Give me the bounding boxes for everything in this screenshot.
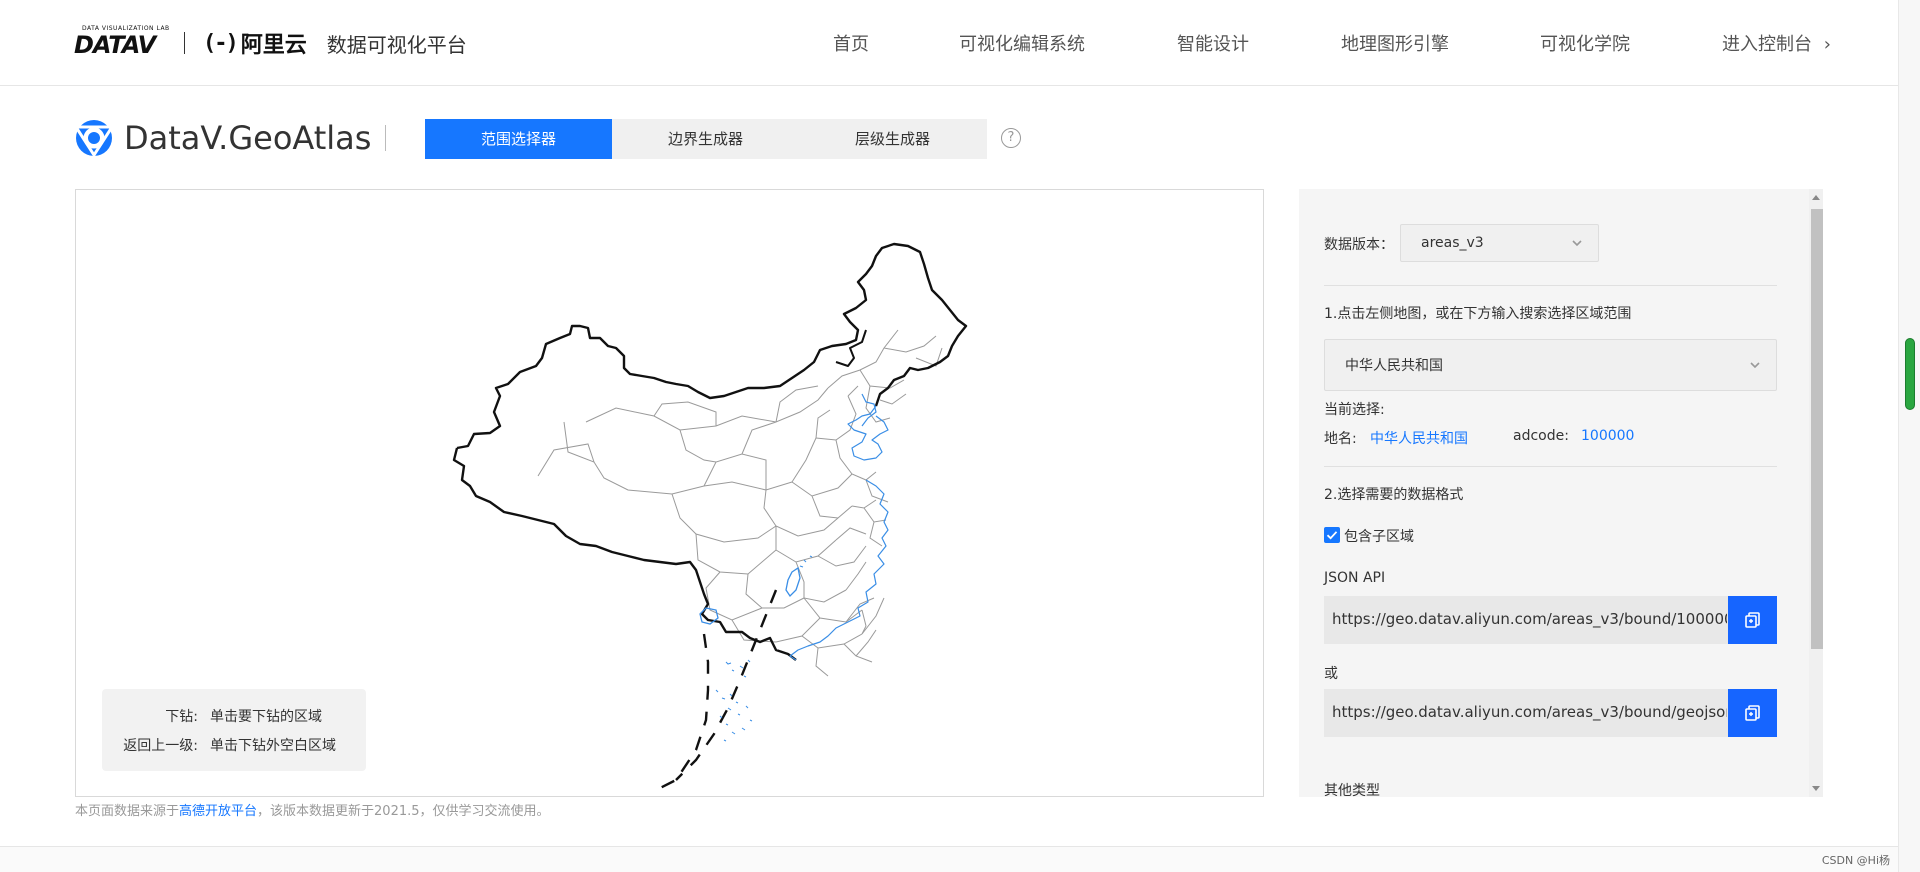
current-selection-label: 当前选择: — [1324, 402, 1385, 418]
scroll-down-icon[interactable] — [1812, 786, 1820, 791]
hint-back-value: 单击下钻外空白区域 — [210, 738, 336, 754]
json-api-field[interactable]: https://geo.datav.aliyun.com/areas_v3/bo… — [1324, 596, 1777, 644]
scroll-up-icon[interactable] — [1812, 195, 1820, 200]
drill-hint-box: 下钻: 单击要下钻的区域 返回上一级: 单击下钻外空白区域 — [102, 689, 366, 771]
chevron-down-icon — [1572, 240, 1582, 247]
page-scrollbar[interactable] — [1898, 0, 1920, 872]
copy-icon — [1745, 612, 1760, 628]
hint-back-key: 返回上一级: — [123, 738, 198, 754]
nav-academy[interactable]: 可视化学院 — [1540, 30, 1630, 56]
check-icon — [1326, 531, 1338, 540]
data-version-label: 数据版本： — [1324, 237, 1394, 253]
place-name-value: 中华人民共和国 — [1370, 431, 1468, 447]
footnote-suffix: ，该版本数据更新于2021.5，仅供学习交流使用。 — [257, 804, 550, 819]
copy-icon — [1745, 705, 1760, 721]
panel-scrollbar[interactable] — [1809, 189, 1823, 797]
nav-console[interactable]: 进入控制台 › — [1722, 30, 1831, 56]
tab-range-selector[interactable]: 范围选择器 — [425, 119, 612, 159]
province-borders[interactable] — [537, 329, 943, 677]
region-search-select[interactable]: 中华人民共和国 — [1324, 339, 1777, 391]
national-border — [456, 242, 968, 450]
hint-drill-row: 下钻: 单击要下钻的区域 — [102, 706, 322, 726]
main-nav: 首页 可视化编辑系统 智能设计 地理图形引擎 可视化学院 进入控制台 › — [0, 28, 1898, 58]
other-types-label: 其他类型 — [1324, 783, 1380, 797]
datav-v-logo-icon — [74, 120, 114, 158]
step2-instruction: 2.选择需要的数据格式 — [1324, 487, 1464, 503]
geoatlas-divider — [385, 125, 387, 151]
tool-tabs: 范围选择器 边界生成器 层级生成器 — [425, 119, 987, 159]
footnote-prefix: 本页面数据来源于 — [75, 804, 180, 819]
copy-geojson-api-button[interactable] — [1728, 689, 1777, 737]
map-panel[interactable]: 下钻: 单击要下钻的区域 返回上一级: 单击下钻外空白区域 — [75, 189, 1264, 797]
nav-geo-engine[interactable]: 地理图形引擎 — [1341, 30, 1449, 56]
coastline — [789, 405, 889, 661]
geoatlas-logo[interactable]: DataV.GeoAtlas — [74, 118, 387, 158]
northeast-inner-line — [835, 329, 867, 367]
hint-drill-value: 单击要下钻的区域 — [210, 709, 322, 725]
hint-back-row: 返回上一级: 单击下钻外空白区域 — [102, 735, 336, 755]
amap-link[interactable]: 高德开放平台 — [179, 804, 257, 819]
divider — [1324, 466, 1777, 467]
copy-json-api-button[interactable] — [1728, 596, 1777, 644]
geojson-api-url[interactable]: https://geo.datav.aliyun.com/areas_v3/bo… — [1332, 703, 1727, 721]
panel-scroll-thumb[interactable] — [1811, 209, 1823, 649]
step1-instruction: 1.点击左侧地图，或在下方输入搜索选择区域范围 — [1324, 306, 1632, 322]
console-label: 进入控制台 — [1722, 34, 1812, 55]
json-api-url[interactable]: https://geo.datav.aliyun.com/areas_v3/bo… — [1332, 610, 1727, 628]
geoatlas-title: DataV.GeoAtlas — [124, 119, 372, 157]
include-children-label[interactable]: 包含子区域 — [1344, 526, 1414, 546]
data-version-value: areas_v3 — [1421, 235, 1484, 251]
chevron-down-icon — [1750, 362, 1760, 369]
place-name-label: 地名: — [1324, 431, 1357, 447]
tab-level-generator[interactable]: 层级生成器 — [799, 119, 986, 159]
include-children-checkbox[interactable] — [1324, 527, 1340, 543]
nav-smart-design[interactable]: 智能设计 — [1177, 30, 1249, 56]
data-source-note: 本页面数据来源于高德开放平台，该版本数据更新于2021.5，仅供学习交流使用。 — [75, 800, 550, 819]
settings-panel: 数据版本： areas_v3 1.点击左侧地图，或在下方输入搜索选择区域范围 中… — [1299, 189, 1823, 797]
geojson-api-field[interactable]: https://geo.datav.aliyun.com/areas_v3/bo… — [1324, 689, 1777, 737]
nav-visual-editor[interactable]: 可视化编辑系统 — [959, 30, 1085, 56]
bohai-coast — [861, 393, 877, 427]
csdn-watermark: CSDN @Hi杨 — [1821, 854, 1890, 867]
region-value: 中华人民共和国 — [1345, 358, 1443, 374]
top-header: DATA VISUALIZATION LAB DATAV (-) 阿里云 数据可… — [0, 0, 1898, 86]
nav-home[interactable]: 首页 — [833, 30, 869, 56]
adcode-value: 100000 — [1581, 428, 1635, 444]
json-api-label: JSON API — [1324, 570, 1386, 586]
hint-drill-key: 下钻: — [165, 709, 198, 725]
national-border-sw — [452, 447, 797, 661]
chevron-right-icon: › — [1823, 34, 1831, 55]
adcode-label: adcode: — [1513, 428, 1569, 444]
divider — [1324, 285, 1777, 286]
bottom-strip — [0, 846, 1898, 872]
help-icon[interactable]: ? — [1001, 128, 1021, 148]
or-label: 或 — [1324, 666, 1338, 682]
data-version-select[interactable]: areas_v3 — [1400, 224, 1599, 262]
taiwan-island[interactable] — [785, 566, 801, 598]
tab-boundary-generator[interactable]: 边界生成器 — [612, 119, 799, 159]
page-scroll-thumb[interactable] — [1905, 338, 1915, 410]
